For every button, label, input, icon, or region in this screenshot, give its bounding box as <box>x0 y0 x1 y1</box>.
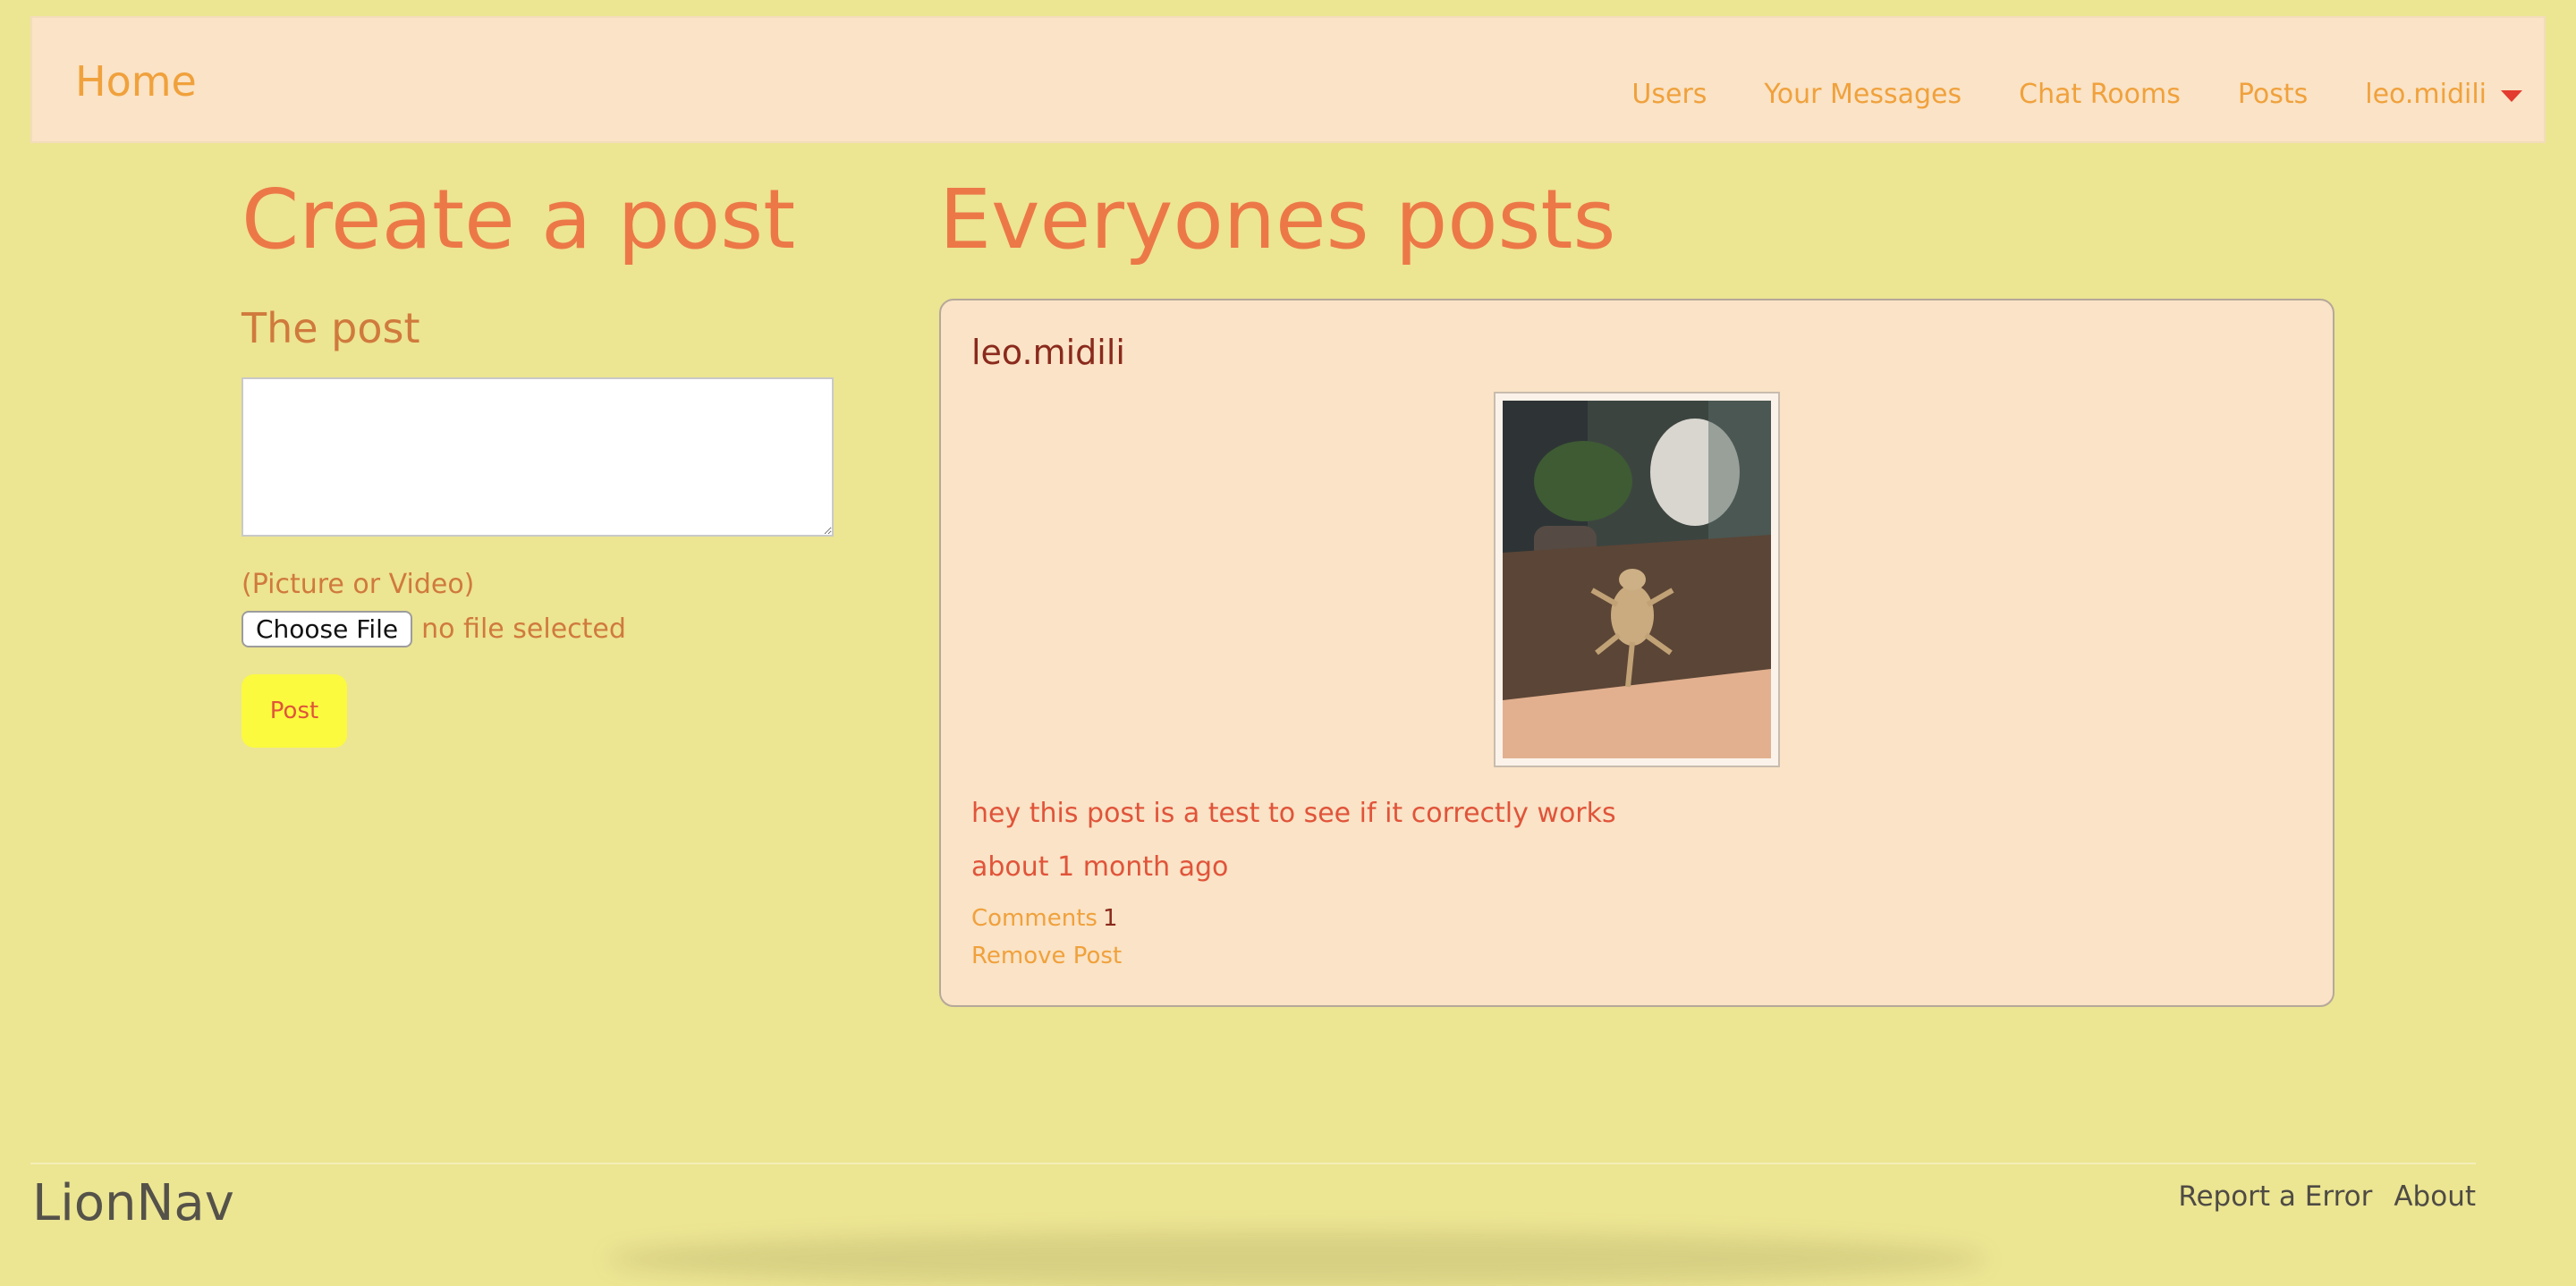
footer-divider <box>30 1163 2476 1164</box>
post-photo[interactable] <box>1503 401 1771 758</box>
posts-feed-section: Everyones posts leo.midili hey this post… <box>939 179 2334 1007</box>
create-post-section: Create a post The post (Picture or Video… <box>242 179 868 748</box>
footer-link-report-error[interactable]: Report a Error <box>2178 1180 2372 1213</box>
file-hint: (Picture or Video) <box>242 569 475 600</box>
photo-lizard-head <box>1619 569 1646 590</box>
post-button[interactable]: Post <box>242 674 347 748</box>
bottom-shadow <box>608 1232 1986 1286</box>
post-image-frame <box>1494 392 1780 767</box>
home-link[interactable]: Home <box>75 61 197 102</box>
post-timestamp: about 1 month ago <box>971 851 1229 883</box>
nav-link-posts[interactable]: Posts <box>2238 79 2308 110</box>
user-menu-toggle[interactable]: leo.midili <box>2365 79 2522 110</box>
remove-post-link[interactable]: Remove Post <box>971 943 1122 969</box>
chevron-down-icon <box>2501 90 2522 102</box>
comments-count: 1 <box>1102 905 1118 932</box>
post-card: leo.midili hey this post is a test to se… <box>939 299 2334 1007</box>
footer-links: Report a Error About <box>2178 1180 2476 1213</box>
file-input: Choose File no file selected <box>242 611 868 647</box>
feed-heading: Everyones posts <box>939 172 1616 267</box>
file-status: no file selected <box>421 613 626 645</box>
create-post-heading: Create a post <box>242 172 796 267</box>
post-author[interactable]: leo.midili <box>971 333 1125 372</box>
post-field-label: The post <box>242 304 420 352</box>
user-menu-label: leo.midili <box>2365 79 2487 110</box>
post-text: hey this post is a test to see if it cor… <box>971 798 1616 829</box>
photo-plant-leaves <box>1534 441 1632 521</box>
choose-file-button[interactable]: Choose File <box>242 611 413 647</box>
footer-link-about[interactable]: About <box>2394 1180 2476 1213</box>
footer-brand: LionNav <box>32 1174 234 1232</box>
nav-link-your-messages[interactable]: Your Messages <box>1764 79 1962 110</box>
nav-link-chat-rooms[interactable]: Chat Rooms <box>2019 79 2181 110</box>
comments-link[interactable]: Comments 1 <box>971 905 1117 932</box>
navbar: Home Users Your Messages Chat Rooms Post… <box>30 16 2546 143</box>
nav-link-users[interactable]: Users <box>1631 79 1707 110</box>
nav-links: Users Your Messages Chat Rooms Posts leo… <box>1631 79 2522 110</box>
post-textarea[interactable] <box>242 377 834 537</box>
comments-label: Comments <box>971 905 1097 932</box>
